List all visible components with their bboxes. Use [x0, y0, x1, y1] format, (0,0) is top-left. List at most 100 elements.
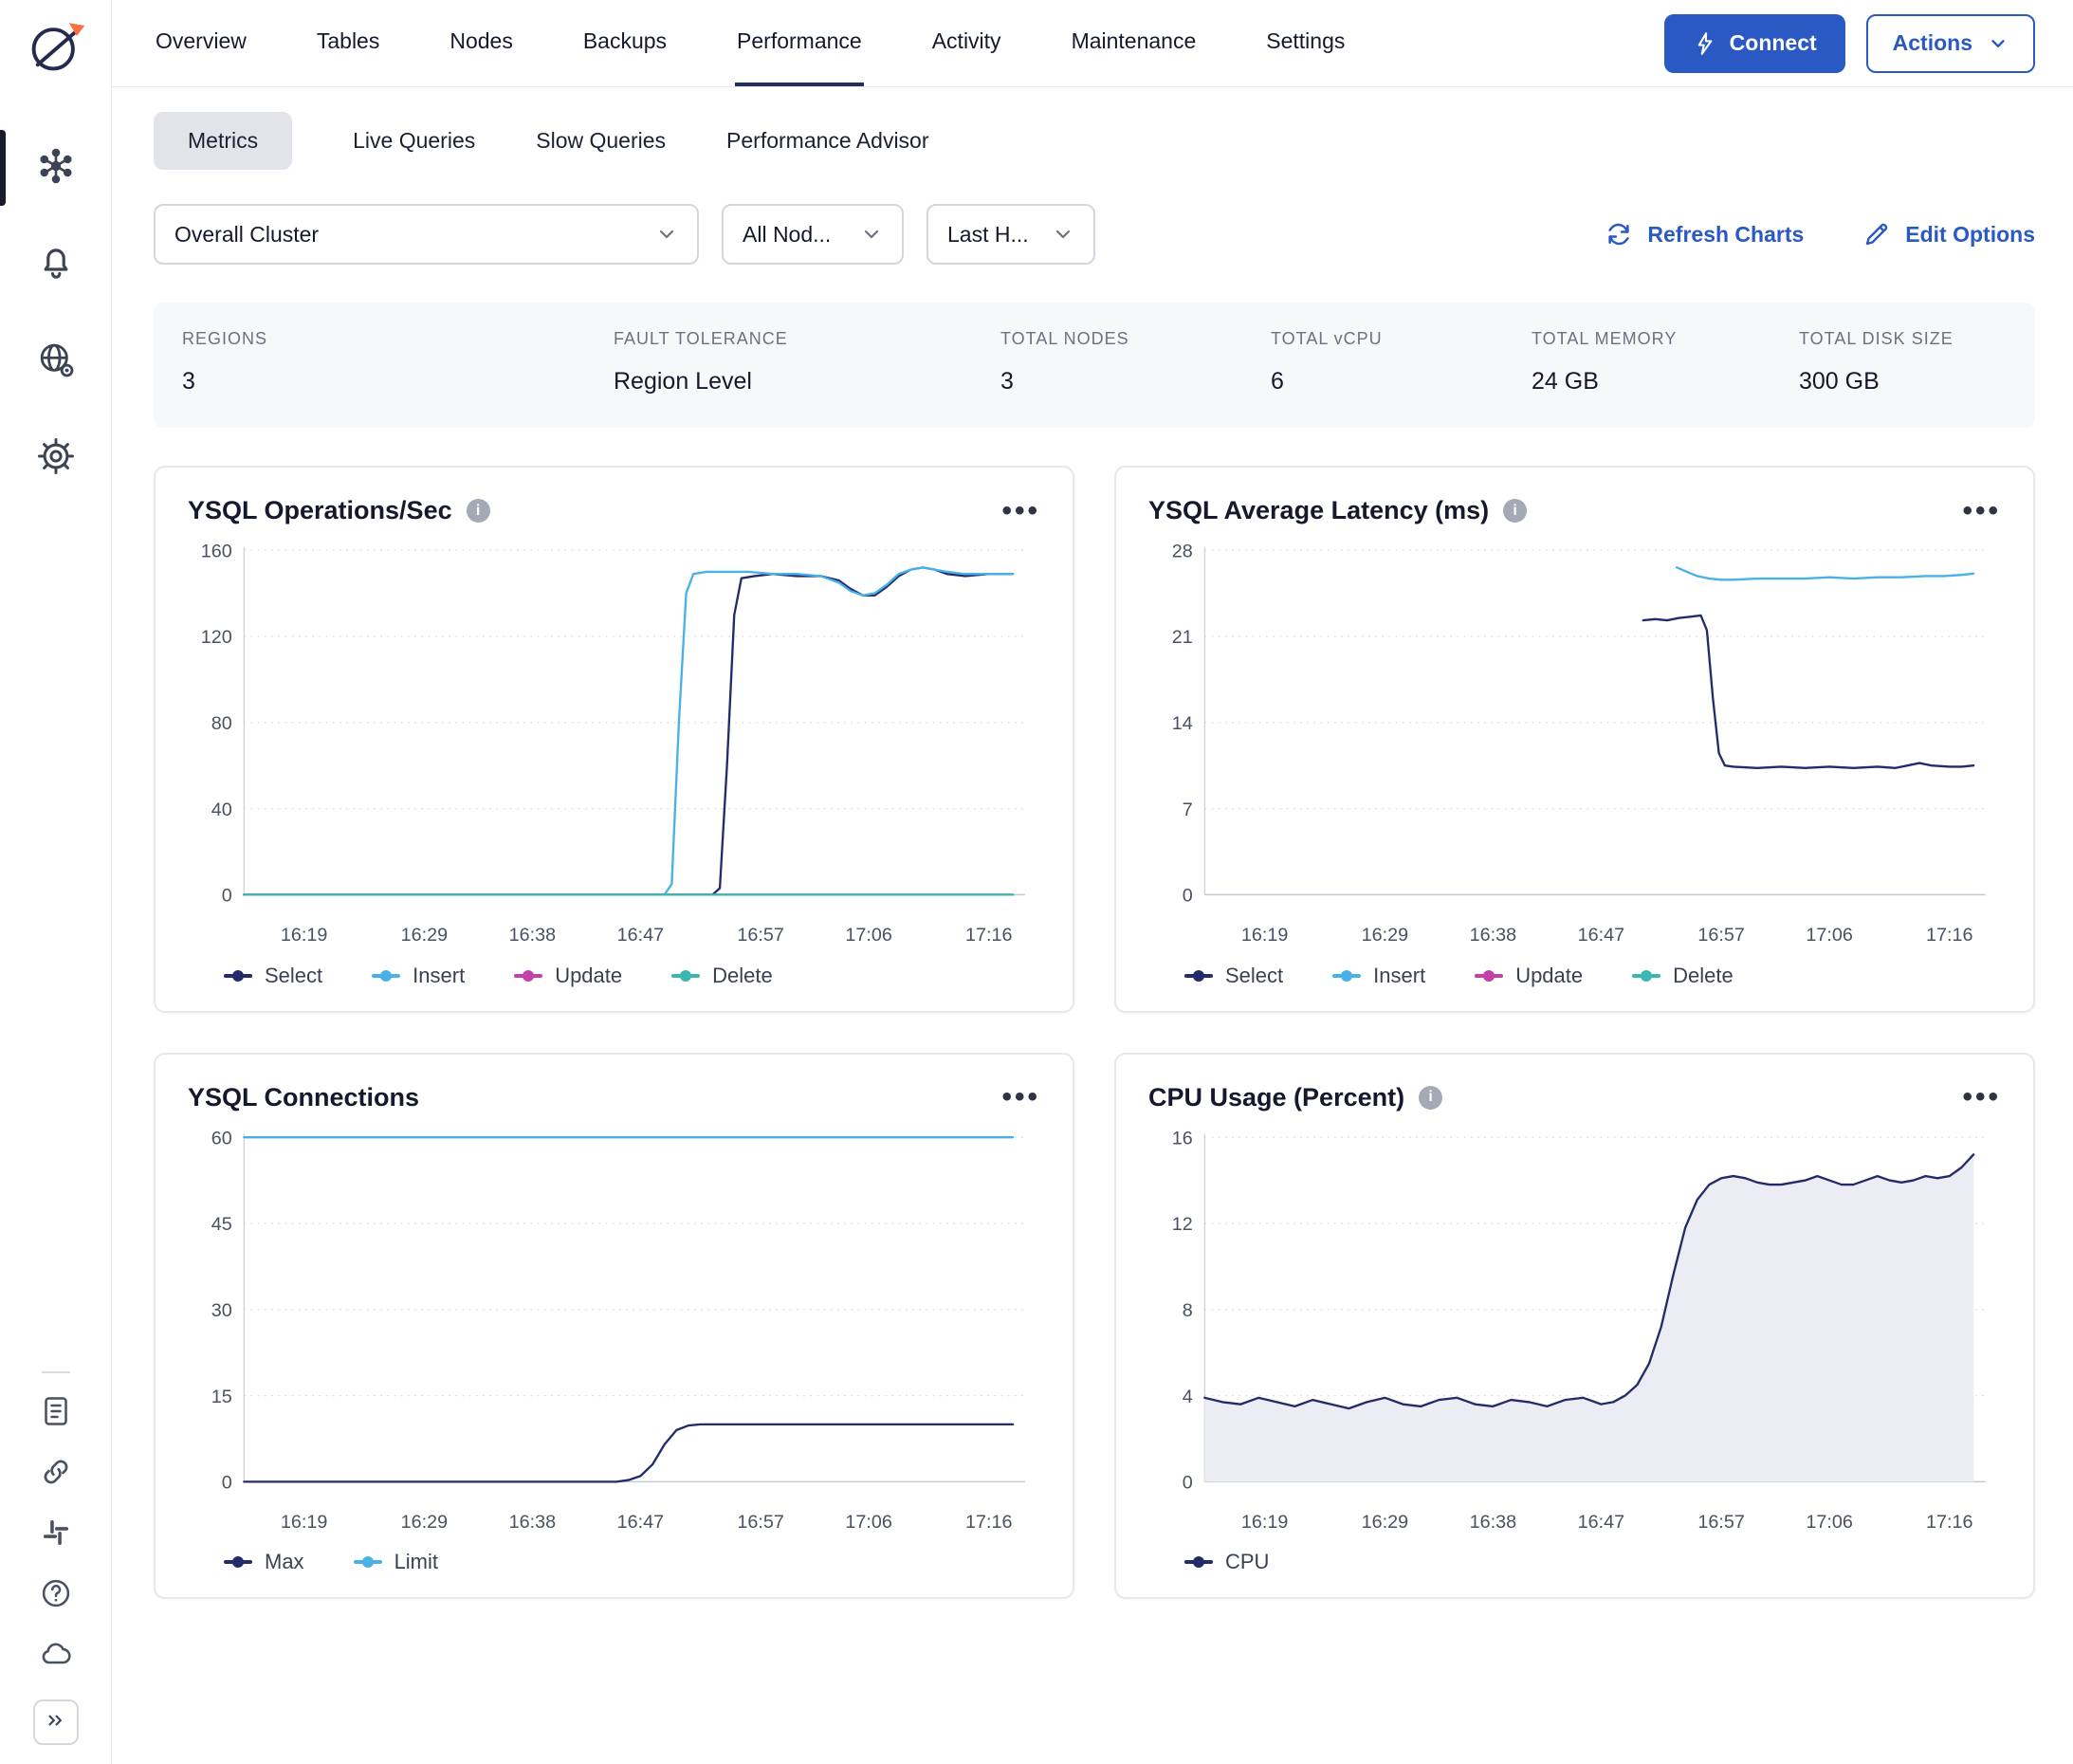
sidebar-item-alerts[interactable]: [33, 242, 79, 287]
svg-text:0: 0: [222, 1472, 232, 1493]
yugabyte-logo-icon: [25, 15, 87, 78]
sidebar-item-help[interactable]: [36, 1575, 76, 1615]
connect-button-label: Connect: [1730, 30, 1817, 56]
cluster-stats-bar: REGIONS 3 FAULT TOLERANCE Region Level T…: [154, 303, 2035, 428]
legend-marker-icon: [671, 974, 700, 978]
info-icon[interactable]: i: [1503, 499, 1527, 523]
legend-item-delete[interactable]: Delete: [671, 964, 773, 988]
actions-button[interactable]: Actions: [1866, 14, 2035, 73]
stat-fault-tolerance: FAULT TOLERANCE Region Level: [614, 329, 1000, 395]
pencil-icon: [1862, 220, 1891, 248]
svg-text:17:16: 17:16: [965, 1511, 1012, 1532]
legend-item-update[interactable]: Update: [1475, 964, 1583, 988]
subtab-slow-queries[interactable]: Slow Queries: [536, 112, 666, 170]
legend-marker-icon: [372, 974, 400, 978]
tab-backups[interactable]: Backups: [581, 0, 669, 86]
chart-menu-icon[interactable]: •••: [1001, 1083, 1040, 1112]
nodes-select[interactable]: All Nod...: [722, 204, 904, 265]
connect-button[interactable]: Connect: [1664, 14, 1845, 73]
legend-marker-icon: [1332, 974, 1361, 978]
refresh-icon: [1605, 220, 1633, 248]
svg-text:16:19: 16:19: [1241, 925, 1288, 946]
nodes-select-value: All Nod...: [743, 222, 831, 248]
svg-text:17:16: 17:16: [965, 925, 1012, 946]
svg-text:16:38: 16:38: [509, 925, 556, 946]
svg-text:17:06: 17:06: [1806, 925, 1852, 946]
legend-item-insert[interactable]: Insert: [372, 964, 465, 988]
sidebar-item-clusters[interactable]: [33, 145, 79, 191]
chart-menu-icon[interactable]: •••: [1962, 1083, 2001, 1112]
tab-overview[interactable]: Overview: [154, 0, 248, 86]
svg-text:80: 80: [211, 713, 232, 734]
sidebar-item-docs[interactable]: [36, 1393, 76, 1433]
sidebar-bottom-group: [33, 1366, 79, 1745]
legend-marker-icon: [1632, 974, 1660, 978]
stat-value: 24 GB: [1532, 368, 1799, 395]
sidebar-item-integrations[interactable]: [36, 1454, 76, 1494]
subtab-metrics[interactable]: Metrics: [154, 112, 292, 170]
svg-text:0: 0: [1183, 886, 1193, 907]
sidebar-item-slack[interactable]: [36, 1515, 76, 1554]
svg-text:16:57: 16:57: [1697, 1511, 1744, 1532]
document-icon: [39, 1394, 73, 1433]
info-icon[interactable]: i: [1419, 1086, 1442, 1110]
tab-settings[interactable]: Settings: [1264, 0, 1347, 86]
help-icon: [39, 1576, 73, 1615]
sidebar-item-settings[interactable]: [33, 435, 79, 481]
legend-item-select[interactable]: Select: [1184, 964, 1283, 988]
info-icon[interactable]: i: [467, 499, 490, 523]
cluster-scope-select[interactable]: Overall Cluster: [154, 204, 699, 265]
legend-item-limit[interactable]: Limit: [354, 1550, 438, 1574]
svg-text:16:29: 16:29: [401, 1511, 448, 1532]
svg-text:16:57: 16:57: [737, 925, 783, 946]
svg-text:15: 15: [211, 1386, 232, 1406]
svg-text:16:38: 16:38: [1470, 925, 1516, 946]
expand-sidebar-button[interactable]: [33, 1700, 79, 1745]
bell-icon: [36, 243, 76, 287]
stat-label: TOTAL NODES: [1000, 329, 1271, 349]
chart-card-ysql-connections: YSQL Connections ••• 01530456016:1916:29…: [154, 1053, 1074, 1600]
legend-item-cpu[interactable]: CPU: [1184, 1550, 1269, 1574]
chevron-down-icon: [640, 223, 678, 246]
tab-activity[interactable]: Activity: [930, 0, 1003, 86]
svg-text:8: 8: [1183, 1299, 1193, 1320]
legend-label: Select: [265, 964, 322, 988]
tab-nodes[interactable]: Nodes: [448, 0, 514, 86]
sidebar-divider: [42, 1371, 70, 1373]
legend-item-select[interactable]: Select: [224, 964, 322, 988]
link-icon: [39, 1455, 73, 1494]
chart-menu-icon[interactable]: •••: [1962, 497, 2001, 525]
chart-menu-icon[interactable]: •••: [1001, 497, 1040, 525]
svg-text:17:06: 17:06: [845, 925, 891, 946]
sidebar-item-cloud-status[interactable]: [36, 1636, 76, 1676]
legend-item-max[interactable]: Max: [224, 1550, 304, 1574]
svg-text:21: 21: [1172, 627, 1193, 648]
tab-tables[interactable]: Tables: [315, 0, 381, 86]
chart-card-cpu-usage: CPU Usage (Percent) i ••• 048121616:1916…: [1114, 1053, 2035, 1600]
legend-item-update[interactable]: Update: [514, 964, 622, 988]
tab-maintenance[interactable]: Maintenance: [1070, 0, 1199, 86]
svg-text:40: 40: [211, 799, 232, 820]
double-chevron-right-icon: [44, 1708, 68, 1737]
stat-regions: REGIONS 3: [182, 329, 614, 395]
subtab-performance-advisor[interactable]: Performance Advisor: [726, 112, 928, 170]
edit-options-link[interactable]: Edit Options: [1862, 220, 2035, 248]
legend-item-insert[interactable]: Insert: [1332, 964, 1425, 988]
tab-performance[interactable]: Performance: [735, 0, 864, 86]
sidebar-item-network-access[interactable]: [33, 339, 79, 384]
svg-text:16:38: 16:38: [509, 1511, 556, 1532]
legend-item-delete[interactable]: Delete: [1632, 964, 1734, 988]
stat-label: REGIONS: [182, 329, 614, 349]
stat-label: TOTAL DISK SIZE: [1799, 329, 2026, 349]
svg-text:28: 28: [1172, 541, 1193, 561]
stat-value: 300 GB: [1799, 368, 2026, 395]
edit-options-label: Edit Options: [1905, 222, 2035, 248]
svg-text:16:47: 16:47: [617, 925, 664, 946]
subtab-live-queries[interactable]: Live Queries: [353, 112, 475, 170]
legend-label: Delete: [712, 964, 773, 988]
refresh-charts-link[interactable]: Refresh Charts: [1605, 220, 1804, 248]
time-range-select[interactable]: Last H...: [926, 204, 1095, 265]
legend-label: Max: [265, 1550, 304, 1574]
main-content: Overview Tables Nodes Backups Performanc…: [112, 0, 2073, 1764]
stat-total-memory: TOTAL MEMORY 24 GB: [1532, 329, 1799, 395]
